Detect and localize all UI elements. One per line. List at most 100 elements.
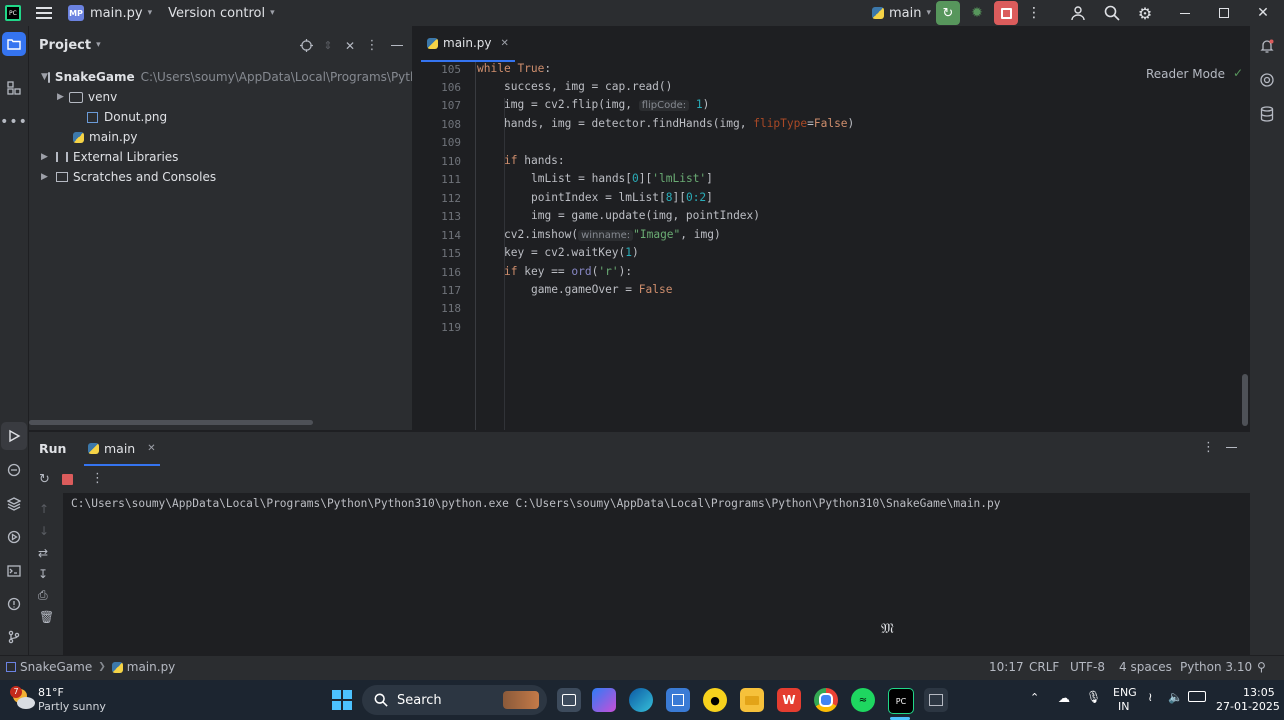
scroll-to-end-icon[interactable]: ↧: [38, 567, 48, 581]
add-user-icon[interactable]: [1068, 0, 1090, 26]
file-explorer-icon[interactable]: [740, 688, 764, 712]
reader-mode-toggle[interactable]: Reader Mode: [1146, 67, 1225, 81]
hide-panel-icon[interactable]: [391, 45, 403, 46]
chrome-browser-icon[interactable]: [814, 688, 838, 712]
run-tool-icon[interactable]: [1, 422, 27, 450]
tree-item-venv[interactable]: ▶ venv: [57, 87, 117, 107]
wifi-icon[interactable]: ≀: [1148, 690, 1153, 704]
line-number: 107: [441, 99, 461, 112]
terminal-icon[interactable]: [0, 557, 28, 585]
settings-gear-icon[interactable]: ⚙: [1134, 0, 1156, 26]
python-file-icon: [111, 661, 123, 673]
task-view-icon[interactable]: [557, 688, 581, 712]
weather-icon[interactable]: 7: [10, 686, 36, 712]
problems-icon[interactable]: [0, 590, 28, 618]
database-icon[interactable]: [1253, 100, 1281, 128]
windows-start-icon[interactable]: [331, 689, 353, 711]
stop-icon[interactable]: [62, 474, 73, 485]
pycharm-taskbar-icon[interactable]: PC: [888, 688, 914, 714]
trash-icon[interactable]: 🗑: [39, 610, 54, 624]
run-tab-main[interactable]: main ✕: [84, 432, 160, 466]
python-window-icon[interactable]: [924, 688, 948, 712]
soft-wrap-icon[interactable]: ⇄: [38, 546, 48, 560]
vertical-scrollbar[interactable]: [1242, 374, 1248, 426]
services-icon[interactable]: [0, 523, 28, 551]
debug-button[interactable]: ✹: [965, 0, 989, 26]
main-menu-icon[interactable]: [26, 0, 62, 26]
pycharm-logo-icon[interactable]: PC: [0, 0, 26, 26]
microphone-icon[interactable]: 🎙: [1086, 690, 1101, 704]
stop-button[interactable]: [994, 1, 1018, 25]
collapse-all-icon[interactable]: ✕: [343, 39, 357, 53]
tree-item-donut-png[interactable]: Donut.png: [87, 107, 167, 127]
show-hidden-icons-chevron-icon[interactable]: ⌃: [1030, 691, 1039, 704]
rerun-button[interactable]: ↻: [936, 1, 960, 25]
tree-item-scratches[interactable]: ▶ Scratches and Consoles: [41, 167, 216, 187]
wps-office-icon[interactable]: W: [777, 688, 801, 712]
search-icon[interactable]: [1101, 0, 1123, 26]
scroll-down-icon[interactable]: ↓: [39, 524, 49, 538]
code-line: img = cv2.flip(img, flipCode: 1): [504, 98, 710, 111]
copilot-icon[interactable]: [592, 688, 616, 712]
lock-icon[interactable]: ⚲: [1257, 660, 1266, 674]
clock-date[interactable]: 27-01-2025: [1216, 700, 1280, 713]
locate-file-icon[interactable]: [299, 39, 313, 53]
notifications-bell-icon[interactable]: [1253, 32, 1281, 60]
tree-item-snakegame[interactable]: ▼ SnakeGame C:\Users\soumy\AppData\Local…: [41, 67, 412, 87]
options-icon[interactable]: ⋮: [365, 38, 379, 53]
ai-assistant-icon[interactable]: [1253, 66, 1281, 94]
horizontal-scrollbar[interactable]: [29, 420, 313, 425]
run-config-selector[interactable]: main ▾: [866, 0, 937, 26]
run-console-output[interactable]: C:\Users\soumy\AppData\Local\Programs\Py…: [63, 493, 1250, 655]
restore-window-button[interactable]: [1211, 0, 1237, 26]
spotify-icon[interactable]: ≈: [851, 688, 875, 712]
more-tools-icon[interactable]: •••: [0, 108, 28, 136]
hide-run-panel-icon[interactable]: [1226, 447, 1237, 448]
chevron-down-icon: ▾: [270, 8, 275, 18]
python-interpreter[interactable]: Python 3.10: [1180, 660, 1252, 674]
onedrive-cloud-icon[interactable]: ☁: [1058, 691, 1070, 705]
layers-icon[interactable]: [0, 490, 28, 518]
code-editor[interactable]: 105 106 107 108 109 110 111 112 113 114 …: [413, 62, 1250, 430]
print-icon[interactable]: ⎙: [38, 588, 48, 603]
chevron-down-icon[interactable]: ▾: [96, 40, 101, 50]
line-number: 115: [441, 247, 461, 260]
project-selector[interactable]: MP main.py ▾: [62, 0, 160, 26]
battery-icon[interactable]: [1188, 691, 1206, 702]
clock-time[interactable]: 13:05: [1243, 686, 1275, 699]
project-panel-title[interactable]: Project: [39, 38, 91, 53]
taskbar-search-box[interactable]: Search: [362, 685, 547, 715]
editor-tab-main-py[interactable]: main.py ✕: [421, 26, 515, 62]
more-actions-icon[interactable]: ⋮: [1024, 0, 1044, 26]
language-indicator-1[interactable]: ENG: [1113, 686, 1137, 699]
python-console-icon[interactable]: [0, 456, 28, 484]
tree-item-external-libraries[interactable]: ▶ External Libraries: [41, 147, 178, 167]
language-indicator-2[interactable]: IN: [1118, 700, 1129, 713]
microsoft-store-icon[interactable]: [666, 688, 690, 712]
vcs-selector[interactable]: Version control ▾: [160, 0, 283, 26]
snapchat-icon[interactable]: ●: [703, 688, 727, 712]
inspection-ok-icon[interactable]: ✓: [1233, 66, 1243, 80]
close-window-button[interactable]: ✕: [1250, 0, 1276, 26]
more-options-icon[interactable]: ⋮: [91, 471, 104, 486]
tree-item-main-py[interactable]: main.py: [73, 127, 138, 147]
project-tool-icon[interactable]: [2, 32, 26, 56]
volume-icon[interactable]: 🔈: [1168, 690, 1183, 704]
scroll-up-icon[interactable]: ↑: [39, 502, 49, 516]
line-separator[interactable]: CRLF: [1029, 660, 1059, 674]
indentation[interactable]: 4 spaces: [1119, 660, 1172, 674]
run-options-icon[interactable]: ⋮: [1202, 440, 1215, 455]
structure-tool-icon[interactable]: [0, 74, 28, 102]
file-encoding[interactable]: UTF-8: [1070, 660, 1105, 674]
breadcrumb-file[interactable]: main.py: [127, 660, 176, 674]
search-icon: [374, 693, 388, 707]
breadcrumb-project[interactable]: SnakeGame: [20, 660, 92, 674]
rerun-icon[interactable]: ↻: [39, 472, 50, 487]
close-tab-icon[interactable]: ✕: [501, 38, 509, 49]
caret-position[interactable]: 10:17: [989, 660, 1024, 674]
expand-all-icon[interactable]: ⇕: [321, 39, 335, 52]
edge-browser-icon[interactable]: [629, 688, 653, 712]
git-branch-icon[interactable]: [0, 623, 28, 651]
close-tab-icon[interactable]: ✕: [147, 443, 155, 454]
minimize-window-button[interactable]: [1172, 0, 1198, 26]
